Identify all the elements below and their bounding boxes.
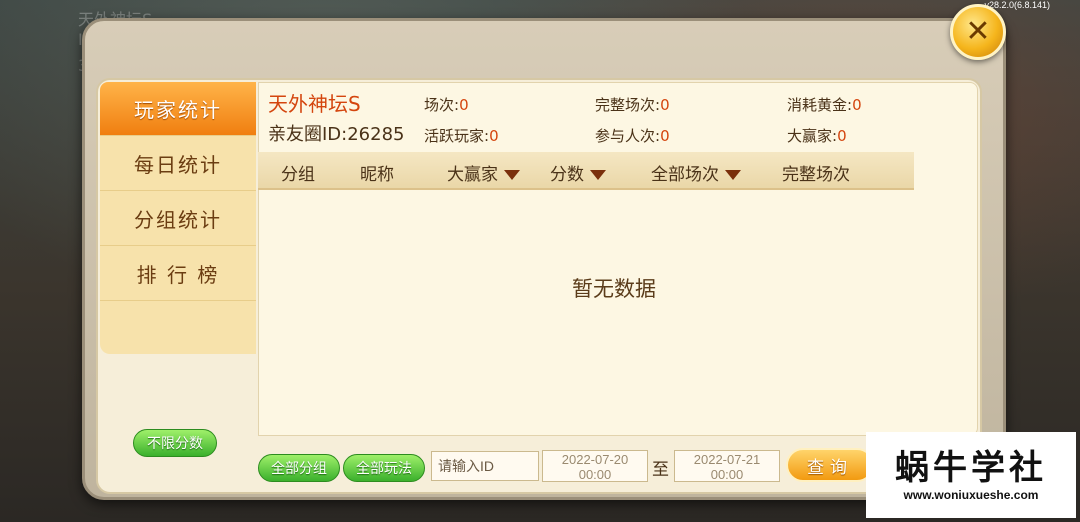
- stat-participants: 参与人次:0: [595, 127, 670, 145]
- th-all-sessions[interactable]: 全部场次: [651, 160, 741, 185]
- sort-down-icon: [504, 170, 520, 180]
- close-icon: ✕: [965, 14, 991, 49]
- stat-active-players: 活跃玩家:0: [424, 127, 499, 145]
- stat-sessions: 场次:0: [424, 96, 469, 114]
- empty-state-text: 暂无数据: [572, 277, 656, 301]
- watermark: 蜗牛学社 www.woniuxueshe.com: [866, 432, 1076, 518]
- unlimited-score-button[interactable]: 不限分数: [133, 429, 217, 457]
- th-nickname: 昵称: [360, 165, 394, 185]
- all-groups-button[interactable]: 全部分组: [258, 454, 340, 482]
- circle-id: 亲友圈ID:26285: [268, 124, 405, 145]
- th-complete-sessions: 完整场次: [782, 165, 850, 185]
- date-range-separator: 至: [652, 460, 669, 480]
- sort-down-icon: [725, 170, 741, 180]
- th-big-winner[interactable]: 大赢家: [447, 160, 520, 185]
- player-id-input[interactable]: [431, 451, 539, 481]
- stat-big-winners: 大赢家:0: [787, 127, 847, 145]
- stat-gold-used: 消耗黄金:0: [787, 96, 862, 114]
- watermark-title: 蜗牛学社: [895, 448, 1047, 488]
- watermark-url: www.woniuxueshe.com: [903, 488, 1039, 502]
- sort-down-icon: [590, 170, 606, 180]
- side-tabs: 玩家统计 每日统计 分组统计 排 行 榜: [100, 82, 256, 354]
- stat-complete-sessions: 完整场次:0: [595, 96, 670, 114]
- th-group: 分组: [281, 165, 315, 185]
- tab-daily-stats[interactable]: 每日统计: [100, 137, 256, 191]
- query-button[interactable]: 查询: [786, 448, 874, 482]
- th-score[interactable]: 分数: [550, 160, 606, 185]
- date-from-field[interactable]: 2022-07-20 00:00: [542, 450, 648, 482]
- close-button[interactable]: ✕: [950, 4, 1006, 60]
- all-rules-button[interactable]: 全部玩法: [343, 454, 425, 482]
- tab-leaderboard[interactable]: 排 行 榜: [100, 247, 256, 301]
- date-to-field[interactable]: 2022-07-21 00:00: [674, 450, 780, 482]
- tab-player-stats[interactable]: 玩家统计: [100, 82, 256, 136]
- tab-group-stats[interactable]: 分组统计: [100, 192, 256, 246]
- circle-name: 天外神坛S: [268, 92, 361, 116]
